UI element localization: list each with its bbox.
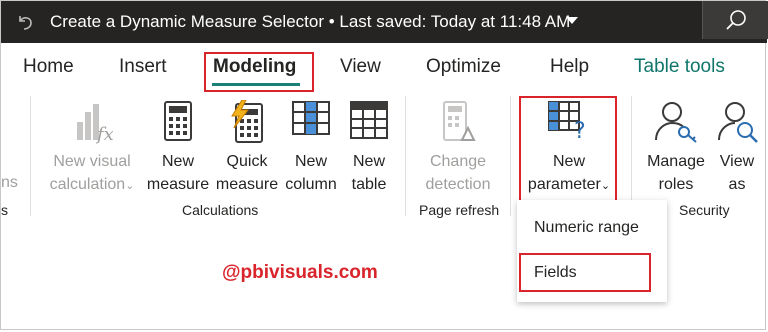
tab-optimize[interactable]: Optimize — [426, 56, 501, 78]
calculator-icon — [164, 101, 192, 141]
new-column-icon — [292, 101, 330, 135]
tab-help[interactable]: Help — [550, 56, 589, 78]
quick-measure-icon — [231, 100, 263, 143]
group-separator — [631, 96, 632, 216]
tab-home[interactable]: Home — [23, 56, 74, 78]
group-separator — [405, 96, 406, 216]
quick-measure-label-1: Quick — [226, 153, 268, 170]
chevron-down-icon: ⌄ — [125, 180, 135, 192]
new-table-label-2: table — [351, 176, 387, 193]
search-icon — [726, 10, 746, 30]
group-label-calculations: Calculations — [182, 202, 259, 218]
new-measure-button[interactable]: New measure — [146, 92, 210, 200]
change-detection-label-2: detection — [425, 176, 491, 193]
undo-icon[interactable] — [15, 12, 35, 32]
partial-button-label: ns — [1, 174, 18, 191]
view-as-button[interactable]: View as — [711, 92, 763, 200]
new-visual-calculation-label-1: New visual — [53, 153, 131, 170]
group-label-security: Security — [679, 202, 730, 218]
new-table-label-1: New — [352, 153, 385, 170]
modeling-tab-highlight — [204, 52, 314, 92]
group-separator — [510, 96, 511, 216]
quick-measure-label-2: measure — [215, 176, 279, 193]
partial-group-label: s — [1, 202, 8, 218]
view-as-icon — [718, 102, 758, 143]
fields-highlight — [519, 253, 651, 292]
new-measure-label-2: measure — [146, 176, 210, 193]
ribbon-tabs: Home Insert Modeling View Optimize Help … — [0, 44, 766, 92]
tab-view[interactable]: View — [340, 56, 381, 78]
change-detection-button[interactable]: Change detection — [415, 92, 501, 200]
manage-roles-label-1: Manage — [647, 153, 705, 170]
change-detection-icon — [443, 101, 476, 141]
tab-insert[interactable]: Insert — [119, 56, 167, 78]
svg-text:fx: fx — [95, 124, 113, 144]
tab-table-tools[interactable]: Table tools — [634, 56, 725, 78]
menu-item-numeric-range[interactable]: Numeric range — [534, 219, 639, 237]
title-bar: Create a Dynamic Measure Selector • Last… — [1, 1, 768, 43]
manage-roles-button[interactable]: Manage roles — [641, 92, 711, 200]
change-detection-label-1: Change — [429, 153, 487, 170]
new-parameter-highlight — [519, 96, 617, 204]
group-separator — [30, 96, 31, 216]
manage-roles-icon — [655, 102, 697, 143]
new-column-button[interactable]: New column — [282, 92, 340, 200]
window-title: Create a Dynamic Measure Selector • Last… — [50, 12, 571, 31]
manage-roles-label-2: roles — [658, 176, 694, 193]
watermark-text: @pbivisuals.com — [222, 262, 378, 283]
new-column-label-1: New — [294, 153, 327, 170]
quick-measure-button[interactable]: Quick measure — [213, 92, 281, 200]
visual-calculation-icon: fx — [77, 104, 113, 144]
new-measure-label-1: New — [161, 153, 194, 170]
search-button[interactable] — [702, 1, 768, 39]
view-as-label-1: View — [719, 153, 755, 170]
new-visual-calculation-button[interactable]: fx New visual calculation⌄ — [45, 92, 139, 200]
title-dropdown-caret-icon[interactable] — [566, 17, 578, 24]
group-label-page-refresh: Page refresh — [419, 202, 500, 218]
view-as-label-2: as — [728, 176, 746, 193]
new-visual-calculation-label-2: calculation — [49, 176, 126, 193]
new-column-label-2: column — [285, 176, 337, 193]
new-table-button[interactable]: New table — [343, 92, 395, 200]
new-table-icon — [350, 101, 388, 139]
